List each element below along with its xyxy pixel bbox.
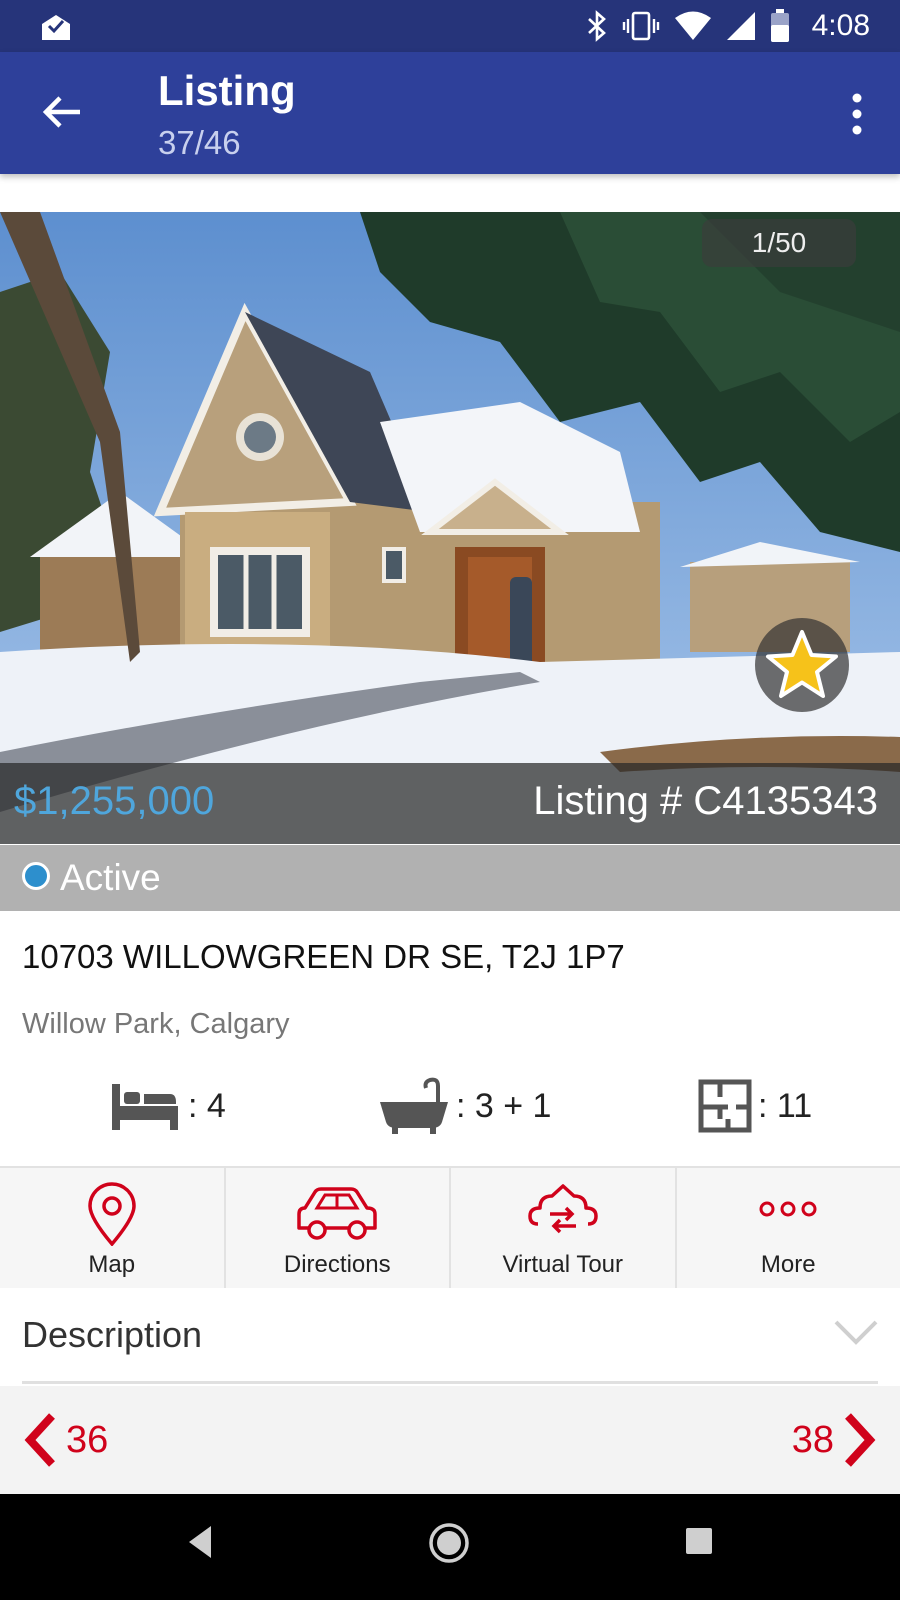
car-icon [297, 1187, 377, 1240]
bluetooth-icon [587, 10, 606, 42]
floorplan-icon [698, 1079, 752, 1133]
directions-button[interactable]: Directions [226, 1168, 451, 1288]
chevron-left-icon [24, 1413, 55, 1467]
virtual-tour-icon [528, 1184, 598, 1234]
previous-listing-button[interactable]: 36 [22, 1412, 108, 1468]
map-label: Map [88, 1251, 136, 1278]
listing-address: 10703 WILLOWGREEN DR SE, T2J 1P7 [22, 938, 625, 975]
favorite-button[interactable] [755, 618, 849, 712]
nav-home-icon[interactable] [428, 1522, 470, 1564]
bathrooms-feature: : 3 + 1 [378, 1076, 551, 1136]
description-label: Description [22, 1314, 203, 1355]
map-button[interactable]: Map [0, 1168, 226, 1288]
back-arrow-icon[interactable] [40, 90, 84, 134]
bedrooms-count: : 4 [188, 1086, 226, 1125]
wifi-icon [674, 11, 711, 40]
listing-status: Active [60, 857, 161, 898]
photo-counter: 1/50 [702, 219, 856, 267]
more-label: More [760, 1251, 816, 1278]
mail-check-icon [42, 15, 70, 40]
battery-icon [770, 9, 789, 42]
vibrate-icon [622, 11, 659, 41]
rooms-feature: : 11 [698, 1076, 812, 1136]
status-time: 4:08 [811, 9, 870, 42]
status-dot-icon [22, 862, 50, 890]
rooms-count: : 11 [758, 1086, 813, 1125]
divider [22, 1381, 878, 1384]
listing-price: $1,255,000 [14, 779, 215, 823]
chevron-right-icon [845, 1413, 876, 1467]
star-icon [766, 630, 838, 698]
chevron-down-icon[interactable] [834, 1318, 878, 1346]
description-section[interactable]: Description [0, 1288, 900, 1384]
listing-number: Listing # C4135343 [533, 779, 878, 823]
app-bar: Listing 37/46 [0, 52, 900, 174]
more-dots-icon [759, 1201, 817, 1217]
listing-pager: 36 38 [0, 1386, 900, 1494]
price-bar: $1,255,000 Listing # C4135343 [0, 763, 900, 844]
status-bar: 4:08 [0, 0, 900, 52]
house-photo [0, 212, 900, 844]
listing-status-row: Active [0, 845, 900, 911]
listing-area: Willow Park, Calgary [22, 1008, 290, 1040]
next-listing-number: 38 [791, 1418, 834, 1461]
nav-recents-icon[interactable] [684, 1526, 714, 1556]
bathrooms-count: : 3 + 1 [456, 1086, 552, 1125]
nav-back-icon[interactable] [185, 1524, 215, 1560]
signal-icon [726, 12, 755, 40]
page-title: Listing [158, 67, 296, 114]
virtual-tour-button[interactable]: Virtual Tour [451, 1168, 677, 1288]
listing-photo[interactable]: 1/50 $1,255,000 Listing # C4135343 [0, 212, 900, 844]
action-bar: Map Directions Virtual Tour More [0, 1166, 900, 1290]
map-pin-icon [87, 1182, 136, 1246]
directions-label: Directions [283, 1251, 391, 1278]
bathtub-icon [380, 1077, 448, 1134]
previous-listing-number: 36 [66, 1418, 109, 1461]
system-nav-bar [0, 1494, 900, 1600]
more-button[interactable]: More [677, 1168, 900, 1288]
bedrooms-feature: : 4 [110, 1076, 226, 1136]
bed-icon [112, 1084, 178, 1130]
next-listing-button[interactable]: 38 [792, 1412, 878, 1468]
overflow-menu-icon[interactable] [842, 92, 872, 136]
virtual-tour-label: Virtual Tour [502, 1251, 623, 1278]
listing-position: 37/46 [158, 124, 241, 161]
